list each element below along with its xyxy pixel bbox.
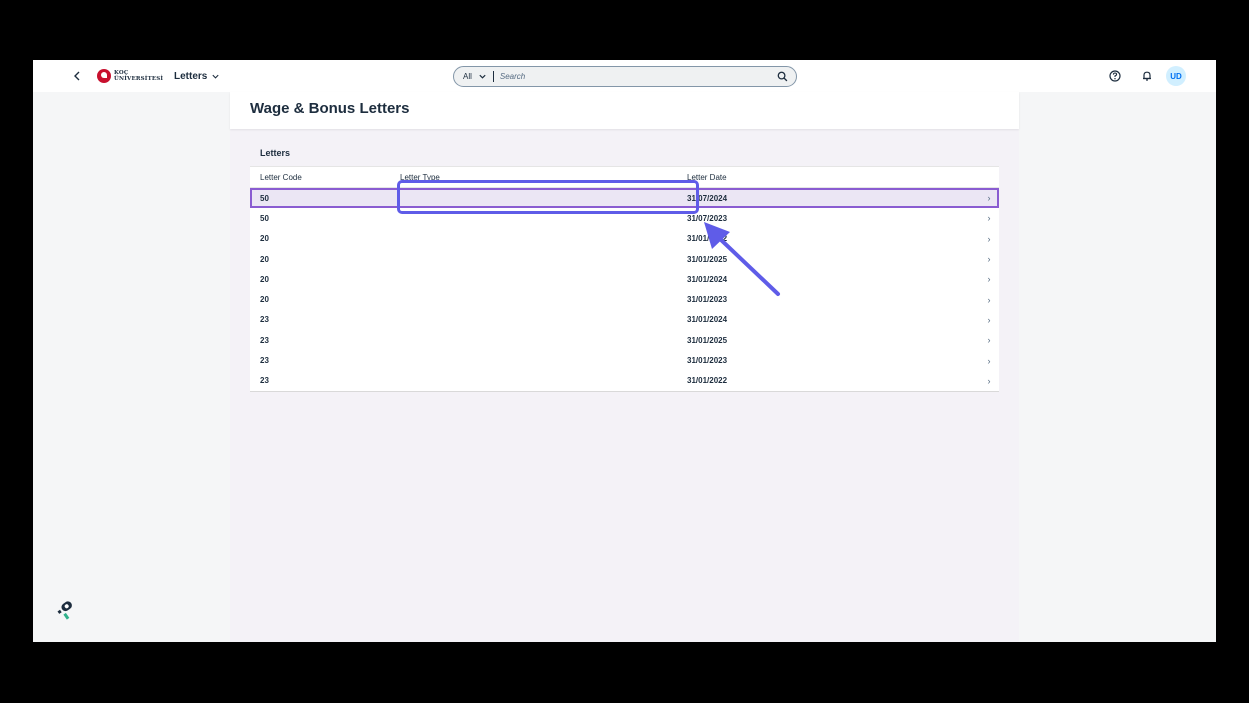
table-row[interactable]: 23 31/01/2024 › [250, 310, 999, 330]
table-row[interactable]: 23 31/01/2025 › [250, 330, 999, 350]
search-icon [777, 71, 787, 82]
logo-mark [97, 69, 111, 83]
cell-letter-code: 20 [260, 295, 269, 305]
back-button[interactable] [69, 68, 85, 84]
table-row[interactable]: 20 31/01/2022 › [250, 229, 999, 249]
chevron-right-icon: › [987, 233, 991, 244]
shell-bar: KOÇ ÜNİVERSİTESİ Letters All Search UD [33, 60, 1216, 92]
cell-letter-date: 31/01/2024 [687, 274, 728, 284]
cell-letter-date: 31/01/2025 [687, 335, 728, 345]
table-row[interactable]: 23 31/01/2022 › [250, 371, 999, 391]
table-row[interactable]: 50 31/07/2023 › [250, 208, 999, 228]
floating-helper-button[interactable] [56, 597, 80, 621]
chevron-right-icon: › [987, 193, 991, 204]
letters-table: Letter Code Letter Type Letter Date 50 3… [250, 166, 999, 392]
cell-letter-code: 23 [260, 335, 269, 345]
cell-letter-date: 31/07/2024 [687, 193, 728, 203]
chevron-right-icon: › [987, 314, 991, 325]
table-row[interactable]: 20 31/01/2024 › [250, 269, 999, 289]
cell-letter-code: 50 [260, 213, 269, 223]
cell-letter-code: 23 [260, 356, 269, 366]
cell-letter-code: 20 [260, 274, 269, 284]
cell-letter-code: 20 [260, 254, 269, 264]
cell-letter-code: 23 [260, 376, 269, 386]
notifications-button[interactable] [1137, 66, 1157, 86]
page-title: Wage & Bonus Letters [250, 100, 410, 117]
chevron-right-icon: › [987, 254, 991, 265]
column-header-letter-type: Letter Type [400, 172, 440, 182]
column-header-letter-date: Letter Date [687, 172, 727, 182]
search-scope-select[interactable]: All [454, 67, 487, 86]
search-scope-label: All [463, 72, 472, 81]
cell-letter-date: 31/01/2024 [687, 315, 728, 325]
search-input[interactable] [499, 72, 772, 81]
chevron-right-icon: › [987, 294, 991, 305]
table-row[interactable]: 20 31/01/2023 › [250, 289, 999, 309]
search-separator [492, 71, 494, 82]
app-title-menu[interactable]: Letters [174, 68, 220, 84]
user-avatar[interactable]: UD [1166, 66, 1186, 86]
chevron-right-icon: › [987, 213, 991, 224]
help-button[interactable] [1105, 66, 1125, 86]
chevron-left-icon [74, 71, 80, 81]
cell-letter-date: 31/01/2025 [687, 254, 728, 264]
chevron-down-icon [212, 74, 219, 79]
app-window: KOÇ ÜNİVERSİTESİ Letters All Search UD W… [33, 60, 1216, 642]
page-content: Wage & Bonus Letters Letters Letter Code… [230, 92, 1019, 642]
cell-letter-code: 23 [260, 315, 269, 325]
cell-letter-date: 31/01/2022 [687, 376, 728, 386]
page-header: Wage & Bonus Letters [230, 92, 1019, 129]
bell-icon [1143, 71, 1151, 81]
table-row[interactable]: 20 31/01/2025 › [250, 249, 999, 269]
table-title: Letters [260, 148, 291, 158]
pin-tool-icon [57, 601, 72, 620]
cell-letter-date: 31/01/2023 [687, 295, 728, 305]
search-button[interactable] [772, 67, 792, 86]
table-header: Letter Code Letter Type Letter Date [250, 167, 999, 188]
chevron-right-icon: › [987, 375, 991, 386]
cell-letter-code: 20 [260, 234, 269, 244]
search-field: All [453, 66, 797, 87]
chevron-down-icon [479, 74, 486, 79]
table-row[interactable]: 23 31/01/2023 › [250, 350, 999, 370]
cell-letter-code: 50 [260, 193, 269, 203]
column-header-letter-code: Letter Code [260, 172, 302, 182]
logo-line-2: ÜNİVERSİTESİ [114, 76, 164, 82]
cell-letter-date: 31/01/2022 [687, 234, 728, 244]
help-icon [1109, 70, 1121, 82]
cell-letter-date: 31/07/2023 [687, 213, 728, 223]
chevron-right-icon: › [987, 335, 991, 346]
cell-letter-date: 31/01/2023 [687, 356, 728, 366]
app-title: Letters [174, 70, 208, 82]
chevron-right-icon: › [987, 274, 991, 285]
chevron-right-icon: › [987, 355, 991, 366]
shell-actions: UD [1093, 66, 1186, 86]
table-row[interactable]: 50 31/07/2024 › [250, 188, 999, 209]
company-logo[interactable]: KOÇ ÜNİVERSİTESİ [97, 68, 163, 84]
